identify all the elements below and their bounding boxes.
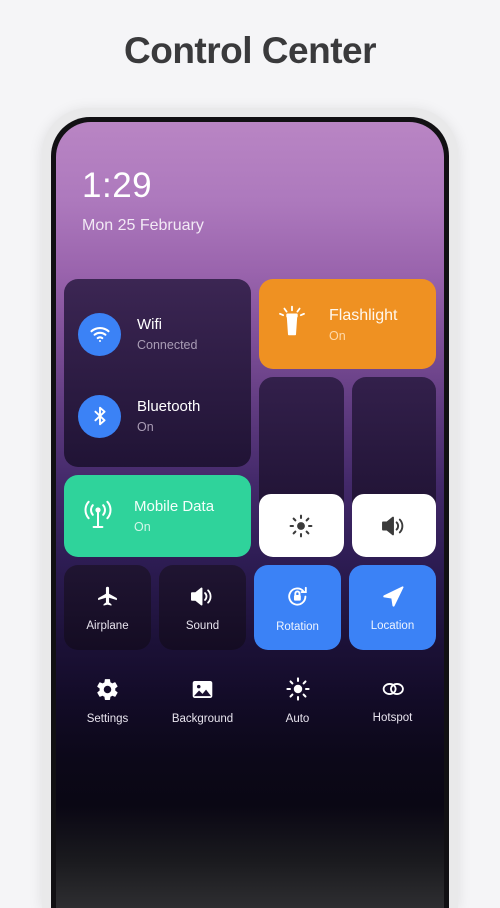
toggle-airplane-label: Airplane <box>86 619 129 632</box>
auto-brightness-icon <box>285 676 311 702</box>
toggle-location-label: Location <box>370 620 415 632</box>
toggle-hotspot[interactable]: Hotspot <box>349 658 436 743</box>
sliders-row <box>259 377 436 557</box>
toggle-sound-label: Sound <box>185 619 220 632</box>
wifi-icon <box>78 312 121 356</box>
location-arrow-icon <box>380 583 406 609</box>
toggle-row-2: Settings Background Auto Hotspot <box>64 658 436 743</box>
left-tile-column: Wifi Connected Bluetooth On Mobile Data … <box>64 279 251 557</box>
toggle-hotspot-label: Hotspot <box>372 712 413 724</box>
mobile-data-status: On <box>134 519 151 534</box>
phone-screen: 1:29 Mon 25 February Wifi Connected Blue… <box>56 122 444 908</box>
wifi-text: Wifi Connected <box>137 316 197 352</box>
toggle-settings[interactable]: Settings <box>64 658 151 743</box>
clock-area: 1:29 Mon 25 February <box>56 122 444 235</box>
flashlight-status: On <box>329 328 346 343</box>
airplane-icon <box>95 584 120 609</box>
volume-slider-fill <box>351 494 436 557</box>
bluetooth-status: On <box>137 419 154 434</box>
toggle-background[interactable]: Background <box>159 658 246 743</box>
phone-frame: 1:29 Mon 25 February Wifi Connected Blue… <box>42 108 458 908</box>
toggle-auto-label: Auto <box>285 713 310 725</box>
bluetooth-tile[interactable]: Bluetooth On <box>64 375 251 457</box>
toggle-background-label: Background <box>171 712 234 725</box>
rotation-lock-icon <box>284 583 311 610</box>
brightness-slider-fill <box>259 494 344 557</box>
gear-icon <box>95 677 120 702</box>
phone-bezel: 1:29 Mon 25 February Wifi Connected Blue… <box>51 117 449 908</box>
volume-speaker-icon <box>380 513 408 539</box>
flashlight-text: Flashlight On <box>329 306 397 343</box>
mobile-data-text: Mobile Data On <box>134 498 214 534</box>
toggle-rotation[interactable]: Rotation <box>254 565 341 650</box>
brightness-slider[interactable] <box>259 377 344 557</box>
primary-tiles-row: Wifi Connected Bluetooth On Mobile Data … <box>64 279 436 557</box>
bluetooth-icon <box>78 394 121 438</box>
volume-slider[interactable] <box>351 377 436 557</box>
toggle-location[interactable]: Location <box>349 565 436 650</box>
wifi-status: Connected <box>137 337 198 352</box>
image-icon <box>190 677 215 702</box>
cell-signal-icon <box>78 500 118 532</box>
clock-time: 1:29 <box>82 166 153 205</box>
toggle-auto[interactable]: Auto <box>254 658 341 743</box>
toggle-airplane[interactable]: Airplane <box>64 565 151 650</box>
brightness-sun-icon <box>288 513 314 539</box>
clock-date: Mon 25 February <box>82 217 204 234</box>
quick-settings-grid: Wifi Connected Bluetooth On Mobile Data … <box>64 279 436 743</box>
right-tile-column: Flashlight On <box>259 279 436 557</box>
toggle-rotation-label: Rotation <box>276 620 319 633</box>
connectivity-tile: Wifi Connected Bluetooth On <box>64 279 251 467</box>
flashlight-label: Flashlight <box>329 306 398 324</box>
flashlight-tile[interactable]: Flashlight On <box>259 279 436 369</box>
wifi-label: Wifi <box>137 316 162 334</box>
wifi-tile[interactable]: Wifi Connected <box>64 293 251 375</box>
toggle-sound[interactable]: Sound <box>159 565 246 650</box>
hotspot-rings-icon <box>378 677 408 701</box>
bluetooth-text: Bluetooth On <box>137 398 200 434</box>
mobile-data-label: Mobile Data <box>134 498 215 516</box>
mobile-data-tile[interactable]: Mobile Data On <box>64 475 251 557</box>
flashlight-icon <box>277 304 307 344</box>
sound-speaker-icon <box>189 584 216 609</box>
toggle-row-1: Airplane Sound Rotation Location <box>64 565 436 650</box>
bluetooth-label: Bluetooth <box>137 398 201 416</box>
toggle-settings-label: Settings <box>86 712 129 725</box>
page-title: Control Center <box>124 30 377 71</box>
